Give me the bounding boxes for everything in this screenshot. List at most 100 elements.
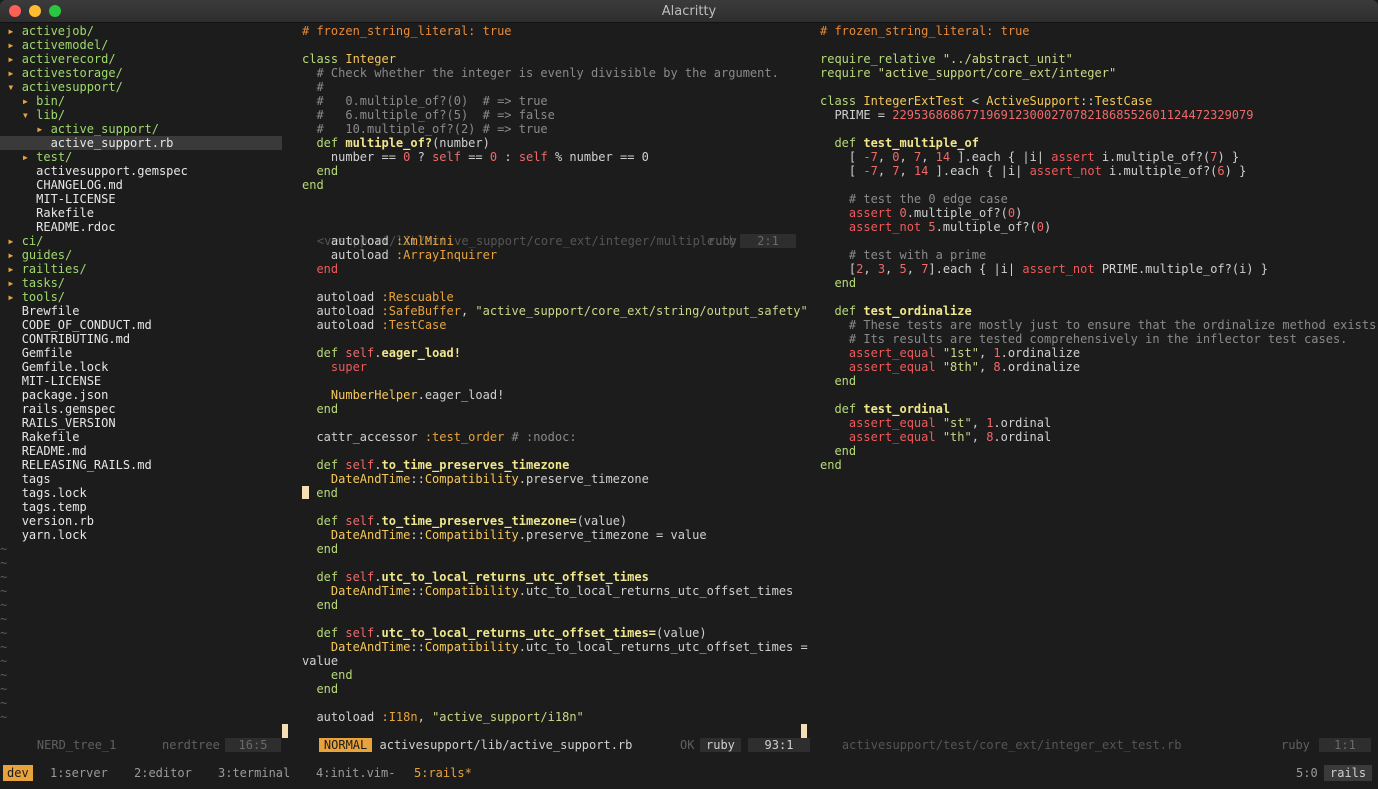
tree-folder[interactable]: ▸ activestorage/ [0,66,282,80]
tree-file[interactable]: RAILS_VERSION [0,416,282,430]
tree-folder[interactable]: ▸ railties/ [0,262,282,276]
tree-file[interactable]: Gemfile.lock [0,360,282,374]
tree-file[interactable]: Rakefile [0,430,282,444]
code-token: def [820,304,864,318]
tree-folder[interactable]: ▸ ci/ [0,234,282,248]
tree-folder[interactable]: ▸ active_support/ [0,122,282,136]
empty-line-marker: ~ [0,598,8,612]
code-line: # frozen_string_literal: true [302,24,814,38]
code-line: end [302,164,814,178]
code-token: :Rescuable [381,290,454,304]
tree-file[interactable]: MIT-LICENSE [0,192,282,206]
code-token: :test_order [424,430,505,444]
tree-folder[interactable]: ▸ activerecord/ [0,52,282,66]
empty-line-marker: ~ [302,192,814,206]
tree-item-label: RELEASING_RAILS.md [21,458,152,472]
code-token: (value) [576,514,628,528]
empty-line-marker: ~ [0,556,8,570]
tree-folder[interactable]: ▸ tasks/ [0,276,282,290]
code-token: self [345,570,375,584]
pane-divider-marker [801,724,807,738]
empty-line-marker: ~ [820,668,1378,682]
folder-closed-icon: ▸ [7,276,22,290]
tree-file[interactable]: active_support.rb [0,136,282,150]
code-line: # 0.multiple_of?(0) # => true [302,94,814,108]
tree-file[interactable]: tags.temp [0,500,282,514]
tree-file[interactable]: Rakefile [0,206,282,220]
code-line: # Its results are tested comprehensively… [820,332,1378,346]
empty-line-marker: ~ [0,668,8,682]
tmux-window-4[interactable]: 4:init.vim- [316,764,395,782]
code-token: assert_equal [820,360,943,374]
code-line: def self.utc_to_local_returns_utc_offset… [302,626,814,640]
tree-file[interactable]: Brewfile [0,304,282,318]
code-token: end [302,598,339,612]
tmux-window-3[interactable]: 3:terminal [218,764,290,782]
tree-file[interactable]: tags [0,472,282,486]
tree-file[interactable]: RELEASING_RAILS.md [0,458,282,472]
code-token: .multiple_of?( [906,206,1008,220]
code-line: def test_ordinal [820,402,1378,416]
tree-file[interactable]: yarn.lock [0,528,282,542]
empty-line-marker: ~ [820,472,1378,486]
tree-folder[interactable]: ▸ guides/ [0,248,282,262]
editor-bottom-pane[interactable]: autoload :XmlMini autoload :ArrayInquire… [302,234,814,724]
code-line: class IntegerExtTest < ActiveSupport::Te… [820,94,1378,108]
tree-file[interactable]: Gemfile [0,346,282,360]
tree-file[interactable]: README.rdoc [0,220,282,234]
tree-folder[interactable]: ▸ activemodel/ [0,38,282,52]
code-line: [ -7, 7, 14 ].each { |i| assert_not i.mu… [820,164,1378,178]
tmux-window-5[interactable]: 5:rails* [414,764,472,782]
mode-indicator: NORMAL [318,738,373,752]
tree-file[interactable]: CODE_OF_CONDUCT.md [0,318,282,332]
tree-file[interactable]: CONTRIBUTING.md [0,332,282,346]
tree-file[interactable]: activesupport.gemspec [0,164,282,178]
tree-folder[interactable]: ▸ test/ [0,150,282,164]
code-token: PRIME.multiple_of?(i) } [1094,262,1268,276]
code-line: end [302,598,814,612]
tree-folder[interactable]: ▸ bin/ [0,94,282,108]
code-token: ].each { |i| [928,262,1023,276]
tree-file[interactable]: README.md [0,444,282,458]
empty-line-marker: ~ [820,598,1378,612]
code-token: require_relative [820,52,943,66]
tree-file[interactable]: package.json [0,388,282,402]
code-line: autoload :TestCase [302,318,814,332]
code-token: # :nodoc: [504,430,577,444]
nerdtree-pane[interactable]: ▸ activejob/ ▸ activemodel/ ▸ activereco… [0,24,282,724]
code-token: PRIME = [820,108,893,122]
code-token: . [374,570,382,584]
code-line: DateAndTime::Compatibility.utc_to_local_… [302,640,814,654]
tree-item-label: tags.lock [21,486,87,500]
tmux-session[interactable]: dev [3,765,33,781]
tree-folder[interactable]: ▸ activejob/ [0,24,282,38]
editor-right-pane[interactable]: # frozen_string_literal: true require_re… [820,24,1378,710]
tree-item-label: Gemfile [21,346,73,360]
tree-item-label: MIT-LICENSE [36,192,116,206]
tree-folder[interactable]: ▸ tools/ [0,290,282,304]
tree-folder[interactable]: ▾ activesupport/ [0,80,282,94]
tree-item-label: version.rb [21,514,94,528]
editor-top-pane[interactable]: # frozen_string_literal: true class Inte… [302,24,814,220]
window-title: Alacritty [661,4,717,19]
tree-file[interactable]: version.rb [0,514,282,528]
code-token: :: [410,640,425,654]
code-token: , [899,164,914,178]
tree-file[interactable]: CHANGELOG.md [0,178,282,192]
tree-file[interactable]: rails.gemspec [0,402,282,416]
code-token: end [302,262,339,276]
code-token: :XmlMini [395,234,454,248]
code-token: def [302,346,346,360]
tree-folder[interactable]: ▾ lib/ [0,108,282,122]
code-token: ) } [1217,150,1240,164]
code-token: eager_load! [381,346,461,360]
empty-line-marker: ~ [0,640,8,654]
code-token: assert [820,206,900,220]
tmux-window-1[interactable]: 1:server [50,764,108,782]
tree-file[interactable]: tags.lock [0,486,282,500]
code-line: value [302,654,814,668]
code-token: # test the 0 edge case [820,192,1008,206]
code-token: utc_to_local_returns_utc_offset_times [381,570,649,584]
tree-file[interactable]: MIT-LICENSE [0,374,282,388]
tmux-window-2[interactable]: 2:editor [134,764,192,782]
